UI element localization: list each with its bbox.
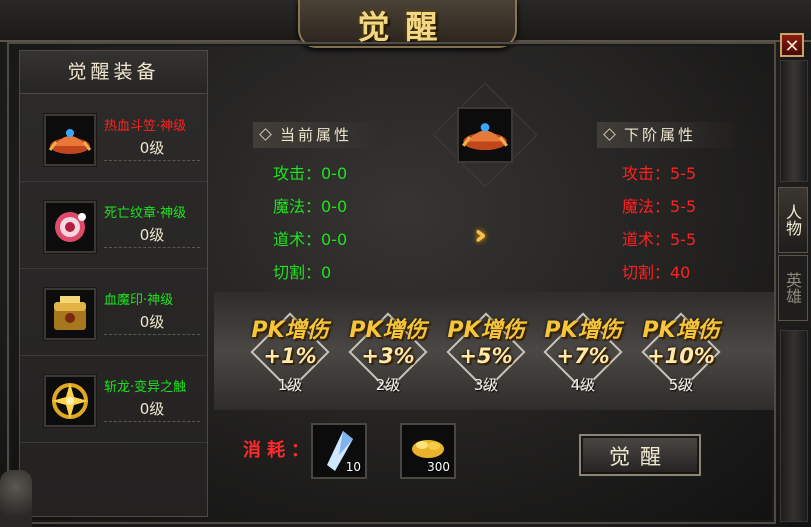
side-rail-top bbox=[780, 60, 808, 182]
pk-level: 4级 bbox=[570, 376, 596, 394]
pk-title: PK增伤 bbox=[447, 318, 525, 343]
pk-level: 3级 bbox=[473, 376, 499, 394]
equipment-name: 斩龙·变异之触 bbox=[104, 380, 187, 395]
pk-bonus: +3% bbox=[361, 344, 415, 368]
diamond-bullet-icon bbox=[603, 128, 616, 141]
pk-level-1: PK增伤 +1% 1级 bbox=[242, 300, 338, 404]
tab-character[interactable]: 人物 bbox=[778, 187, 808, 253]
equipment-name: 热血斗笠·神级 bbox=[104, 119, 187, 134]
current-cut: 切割：0 bbox=[273, 263, 332, 282]
equipment-panel: 觉醒装备 热血斗笠·神级 0级 死亡纹章·神级 0级 血魔印·神级 0级 斩龙·… bbox=[19, 50, 208, 517]
corner-ornament bbox=[0, 470, 32, 527]
next-taoism: 道术：5-5 bbox=[622, 230, 697, 249]
cost-item-gold[interactable]: 300 bbox=[400, 423, 456, 479]
diamond-bullet-icon bbox=[259, 128, 272, 141]
emblem-icon bbox=[43, 200, 97, 254]
awaken-window: 觉醒 ✕ 觉醒装备 热血斗笠·神级 0级 死亡纹章·神级 0级 血魔印·神级 0… bbox=[0, 0, 811, 527]
helmet-icon bbox=[43, 113, 97, 167]
cost-quantity: 300 bbox=[427, 460, 450, 474]
pk-bonus: +5% bbox=[459, 344, 513, 368]
cost-quantity: 10 bbox=[345, 460, 361, 474]
pk-title: PK增伤 bbox=[349, 318, 427, 343]
pk-level-5: PK增伤 +10% 5级 bbox=[633, 300, 729, 404]
equipment-item[interactable]: 热血斗笠·神级 0级 bbox=[20, 95, 207, 182]
equipment-item[interactable]: 斩龙·变异之触 0级 bbox=[20, 356, 207, 443]
cost-label: 消耗： bbox=[243, 440, 315, 461]
pk-bonus: +1% bbox=[263, 344, 317, 368]
current-attributes-header: 当前属性 bbox=[253, 122, 389, 148]
pk-level: 5级 bbox=[668, 376, 694, 394]
seal-chest-icon bbox=[43, 287, 97, 341]
next-attack: 攻击：5-5 bbox=[622, 164, 697, 183]
awaken-button[interactable]: 觉醒 bbox=[579, 434, 701, 476]
pk-level-3: PK增伤 +5% 3级 bbox=[438, 300, 534, 404]
cost-item-crystal[interactable]: 10 bbox=[311, 423, 367, 479]
pk-title: PK增伤 bbox=[251, 318, 329, 343]
pk-level: 2级 bbox=[375, 376, 401, 394]
current-magic: 魔法：0-0 bbox=[273, 197, 348, 216]
tab-hero[interactable]: 英雄 bbox=[778, 255, 808, 321]
equipment-name: 死亡纹章·神级 bbox=[104, 206, 187, 221]
current-taoism: 道术：0-0 bbox=[273, 230, 348, 249]
pk-level-2: PK增伤 +3% 2级 bbox=[340, 300, 436, 404]
close-button[interactable]: ✕ bbox=[780, 33, 804, 57]
equipment-item[interactable]: 死亡纹章·神级 0级 bbox=[20, 182, 207, 269]
equipment-name: 血魔印·神级 bbox=[104, 293, 174, 308]
pk-level: 1级 bbox=[277, 376, 303, 394]
pk-title: PK增伤 bbox=[544, 318, 622, 343]
equipment-item[interactable]: 血魔印·神级 0级 bbox=[20, 269, 207, 356]
equipment-level: 0级 bbox=[104, 398, 200, 422]
pk-level-4: PK增伤 +7% 4级 bbox=[535, 300, 631, 404]
next-attributes-title: 下阶属性 bbox=[624, 126, 697, 144]
current-attack: 攻击：0-0 bbox=[273, 164, 348, 183]
current-attributes-title: 当前属性 bbox=[280, 126, 353, 144]
star-medal-icon bbox=[43, 374, 97, 428]
side-rail-bottom bbox=[780, 330, 808, 522]
next-magic: 魔法：5-5 bbox=[622, 197, 697, 216]
selected-helmet-icon bbox=[457, 107, 513, 163]
pk-bonus: +7% bbox=[556, 344, 610, 368]
equipment-panel-title: 觉醒装备 bbox=[20, 51, 207, 94]
next-cut: 切割：40 bbox=[622, 263, 691, 282]
equipment-level: 0级 bbox=[104, 311, 200, 335]
next-attributes-header: 下阶属性 bbox=[597, 122, 733, 148]
pk-bonus: +10% bbox=[647, 344, 715, 368]
pk-title: PK增伤 bbox=[642, 318, 720, 343]
equipment-level: 0级 bbox=[104, 224, 200, 248]
upgrade-arrow-icon: ›› bbox=[474, 218, 487, 251]
equipment-level: 0级 bbox=[104, 137, 200, 161]
